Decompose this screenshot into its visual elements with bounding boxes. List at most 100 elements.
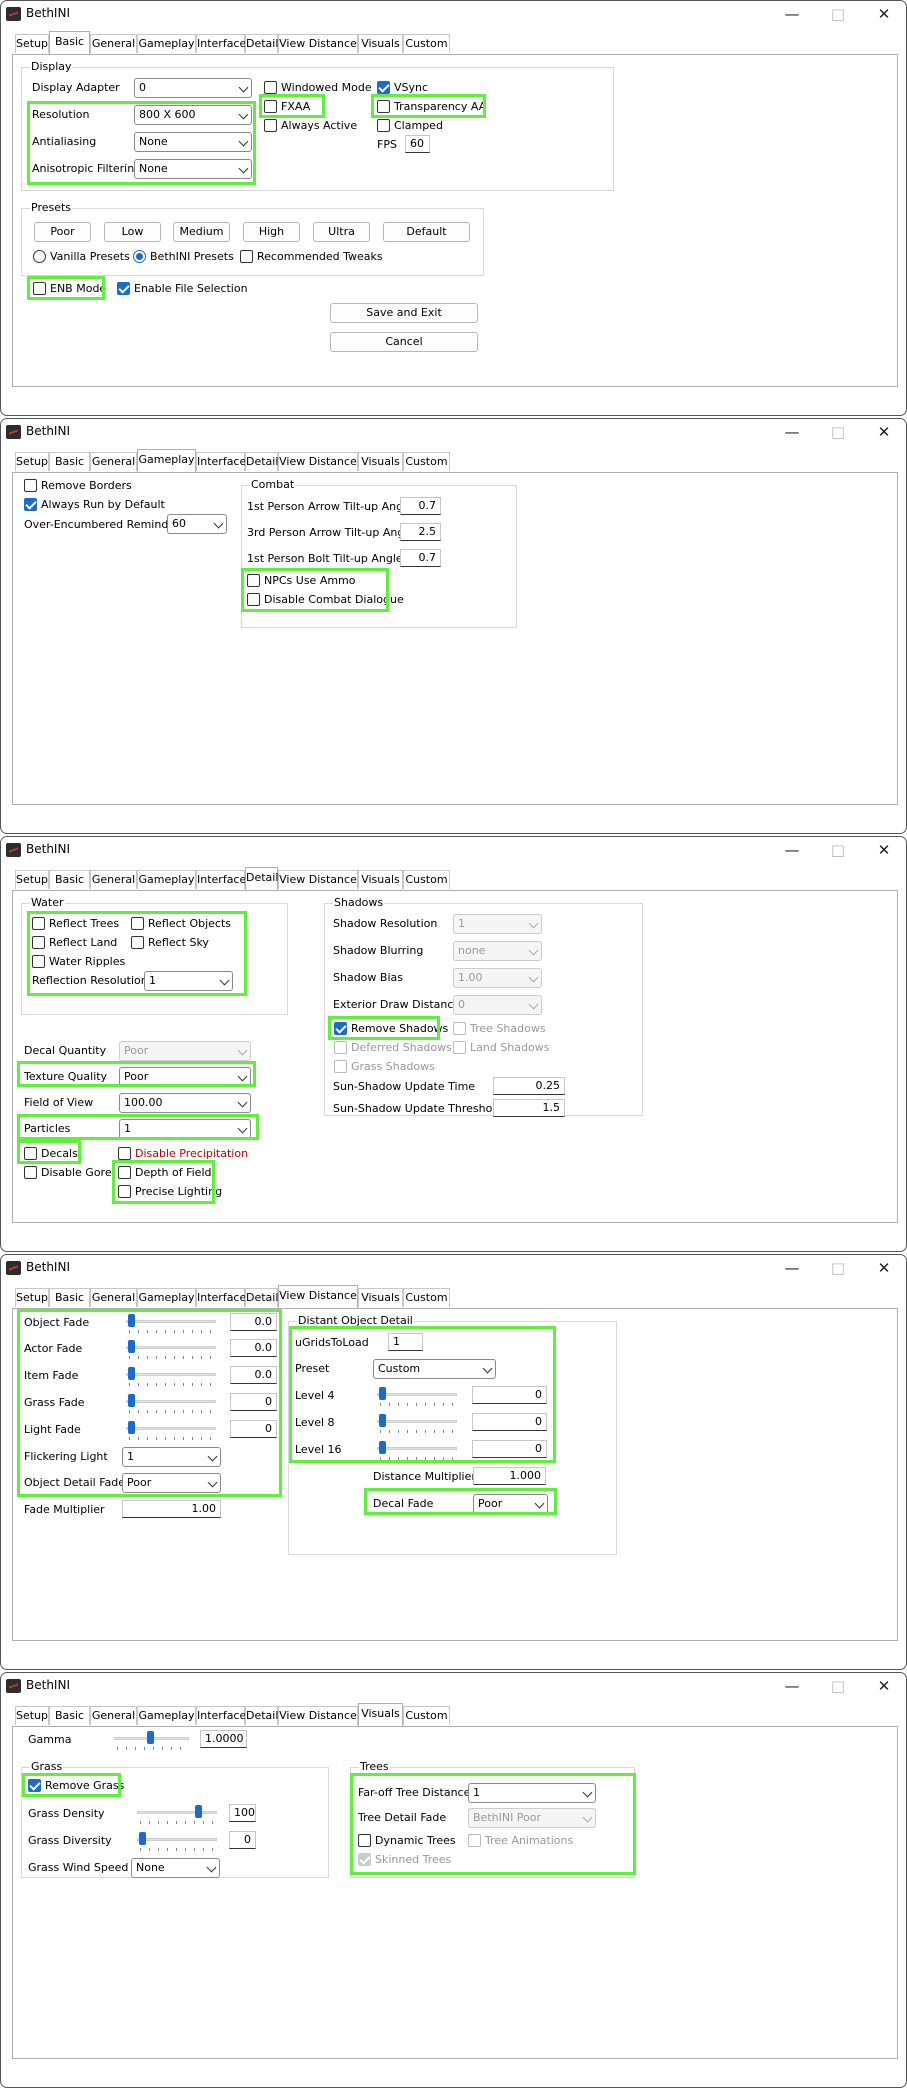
tab-visuals[interactable]: Visuals (358, 34, 403, 53)
enb-mode-checkbox[interactable] (33, 282, 46, 295)
tab-custom[interactable]: Custom (403, 870, 450, 889)
tab-general[interactable]: General (90, 1288, 137, 1307)
always-active-checkbox[interactable] (264, 119, 277, 132)
object-fade-slider[interactable] (126, 1312, 216, 1334)
disable-gore-checkbox[interactable] (24, 1166, 37, 1179)
minimize-icon[interactable]: — (776, 839, 808, 861)
tab-detail[interactable]: Detail (245, 452, 278, 471)
minimize-icon[interactable]: — (776, 421, 808, 443)
far-off-tree-distance-select[interactable]: 1 (468, 1783, 596, 1803)
level16-slider[interactable] (377, 1439, 457, 1461)
tab-setup[interactable]: Setup (15, 1288, 49, 1307)
always-run-checkbox[interactable] (24, 498, 37, 511)
tab-general[interactable]: General (90, 452, 137, 471)
close-icon[interactable]: ✕ (868, 1257, 900, 1279)
distant-preset-select[interactable]: Custom (373, 1359, 496, 1379)
tab-custom[interactable]: Custom (403, 452, 450, 471)
display-adapter-select[interactable]: 0 (134, 78, 252, 98)
minimize-icon[interactable]: — (776, 1257, 808, 1279)
tab-gameplay[interactable]: Gameplay (137, 870, 196, 889)
water-ripples-checkbox[interactable] (32, 955, 45, 968)
tab-detail[interactable]: Detail (245, 1288, 278, 1307)
tab-gameplay[interactable]: Gameplay (137, 1706, 196, 1725)
cancel-button[interactable]: Cancel (330, 332, 478, 352)
tab-interface[interactable]: Interface (196, 34, 246, 53)
remove-shadows-checkbox[interactable] (334, 1022, 347, 1035)
disable-precipitation-checkbox[interactable] (118, 1147, 131, 1160)
tab-interface[interactable]: Interface (196, 1288, 246, 1307)
grass-diversity-input[interactable]: 0 (229, 1831, 256, 1849)
reflect-trees-checkbox[interactable] (32, 917, 45, 930)
grass-fade-slider[interactable] (126, 1392, 216, 1414)
tab-basic[interactable]: Basic (49, 870, 90, 889)
reflect-land-checkbox[interactable] (32, 936, 45, 949)
save-and-exit-button[interactable]: Save and Exit (330, 303, 478, 323)
particles-select[interactable]: 1 (119, 1119, 251, 1139)
grass-density-input[interactable]: 100 (229, 1804, 256, 1822)
resolution-select[interactable]: 800 X 600 (134, 105, 252, 125)
recommended-tweaks-checkbox[interactable] (240, 250, 253, 263)
flickering-light-select[interactable]: 1 (122, 1447, 221, 1467)
tab-basic[interactable]: Basic (49, 1288, 90, 1307)
light-fade-input[interactable]: 0 (230, 1420, 277, 1438)
tab-view-distance[interactable]: View Distance (278, 34, 358, 53)
tab-interface[interactable]: Interface (196, 1706, 246, 1725)
bethini-presets-radio[interactable] (133, 250, 146, 263)
tab-gameplay[interactable]: Gameplay (137, 1288, 196, 1307)
level16-input[interactable]: 0 (472, 1440, 547, 1458)
disable-combat-dialogue-checkbox[interactable] (247, 593, 260, 606)
minimize-icon[interactable]: — (776, 3, 808, 25)
tab-view-distance[interactable]: View Distance (278, 1285, 358, 1308)
tab-gameplay[interactable]: Gameplay (137, 449, 196, 472)
tab-visuals[interactable]: Visuals (358, 1288, 403, 1307)
decals-checkbox[interactable] (24, 1147, 37, 1160)
close-icon[interactable]: ✕ (868, 421, 900, 443)
decal-fade-select[interactable]: Poor (473, 1494, 548, 1514)
anisotropic-filtering-select[interactable]: None (134, 159, 252, 179)
tab-detail[interactable]: Detail (245, 1706, 278, 1725)
gamma-input[interactable]: 1.0000 (200, 1730, 247, 1748)
close-icon[interactable]: ✕ (868, 3, 900, 25)
enable-file-selection-checkbox[interactable] (117, 282, 130, 295)
grass-diversity-slider[interactable] (137, 1830, 217, 1852)
clamped-checkbox[interactable] (377, 119, 390, 132)
field-of-view-select[interactable]: 100.00 (119, 1093, 251, 1113)
preset-default-button[interactable]: Default (383, 222, 470, 242)
actor-fade-slider[interactable] (126, 1338, 216, 1360)
sun-shadow-time-input[interactable]: 0.25 (493, 1077, 565, 1095)
npcs-use-ammo-checkbox[interactable] (247, 574, 260, 587)
fade-multiplier-input[interactable]: 1.00 (122, 1500, 221, 1518)
tab-setup[interactable]: Setup (15, 870, 49, 889)
tab-detail[interactable]: Detail (245, 867, 278, 890)
tab-view-distance[interactable]: View Distance (278, 452, 358, 471)
windowed-mode-checkbox[interactable] (264, 81, 277, 94)
tab-visuals[interactable]: Visuals (358, 1703, 403, 1726)
tab-basic[interactable]: Basic (49, 452, 90, 471)
tab-interface[interactable]: Interface (196, 870, 246, 889)
first-arrow-input[interactable]: 0.7 (400, 497, 441, 515)
vanilla-presets-radio[interactable] (33, 250, 46, 263)
grass-fade-input[interactable]: 0 (230, 1393, 277, 1411)
reflection-resolution-select[interactable]: 1 (144, 971, 233, 991)
close-icon[interactable]: ✕ (868, 839, 900, 861)
level8-input[interactable]: 0 (472, 1413, 547, 1431)
tab-interface[interactable]: Interface (196, 452, 246, 471)
preset-medium-button[interactable]: Medium (173, 222, 230, 242)
tab-view-distance[interactable]: View Distance (278, 1706, 358, 1725)
tab-basic[interactable]: Basic (49, 31, 90, 54)
tab-visuals[interactable]: Visuals (358, 452, 403, 471)
fps-input[interactable]: 60 (405, 135, 430, 153)
tab-general[interactable]: General (90, 1706, 137, 1725)
tab-detail[interactable]: Detail (245, 34, 278, 53)
actor-fade-input[interactable]: 0.0 (230, 1339, 277, 1357)
vsync-checkbox[interactable] (377, 81, 390, 94)
third-arrow-input[interactable]: 2.5 (400, 523, 441, 541)
item-fade-input[interactable]: 0.0 (230, 1366, 277, 1384)
tab-setup[interactable]: Setup (15, 452, 49, 471)
tab-custom[interactable]: Custom (403, 1288, 450, 1307)
close-icon[interactable]: ✕ (868, 1675, 900, 1697)
preset-high-button[interactable]: High (243, 222, 300, 242)
level4-slider[interactable] (377, 1385, 457, 1407)
tab-view-distance[interactable]: View Distance (278, 870, 358, 889)
antialiasing-select[interactable]: None (134, 132, 252, 152)
